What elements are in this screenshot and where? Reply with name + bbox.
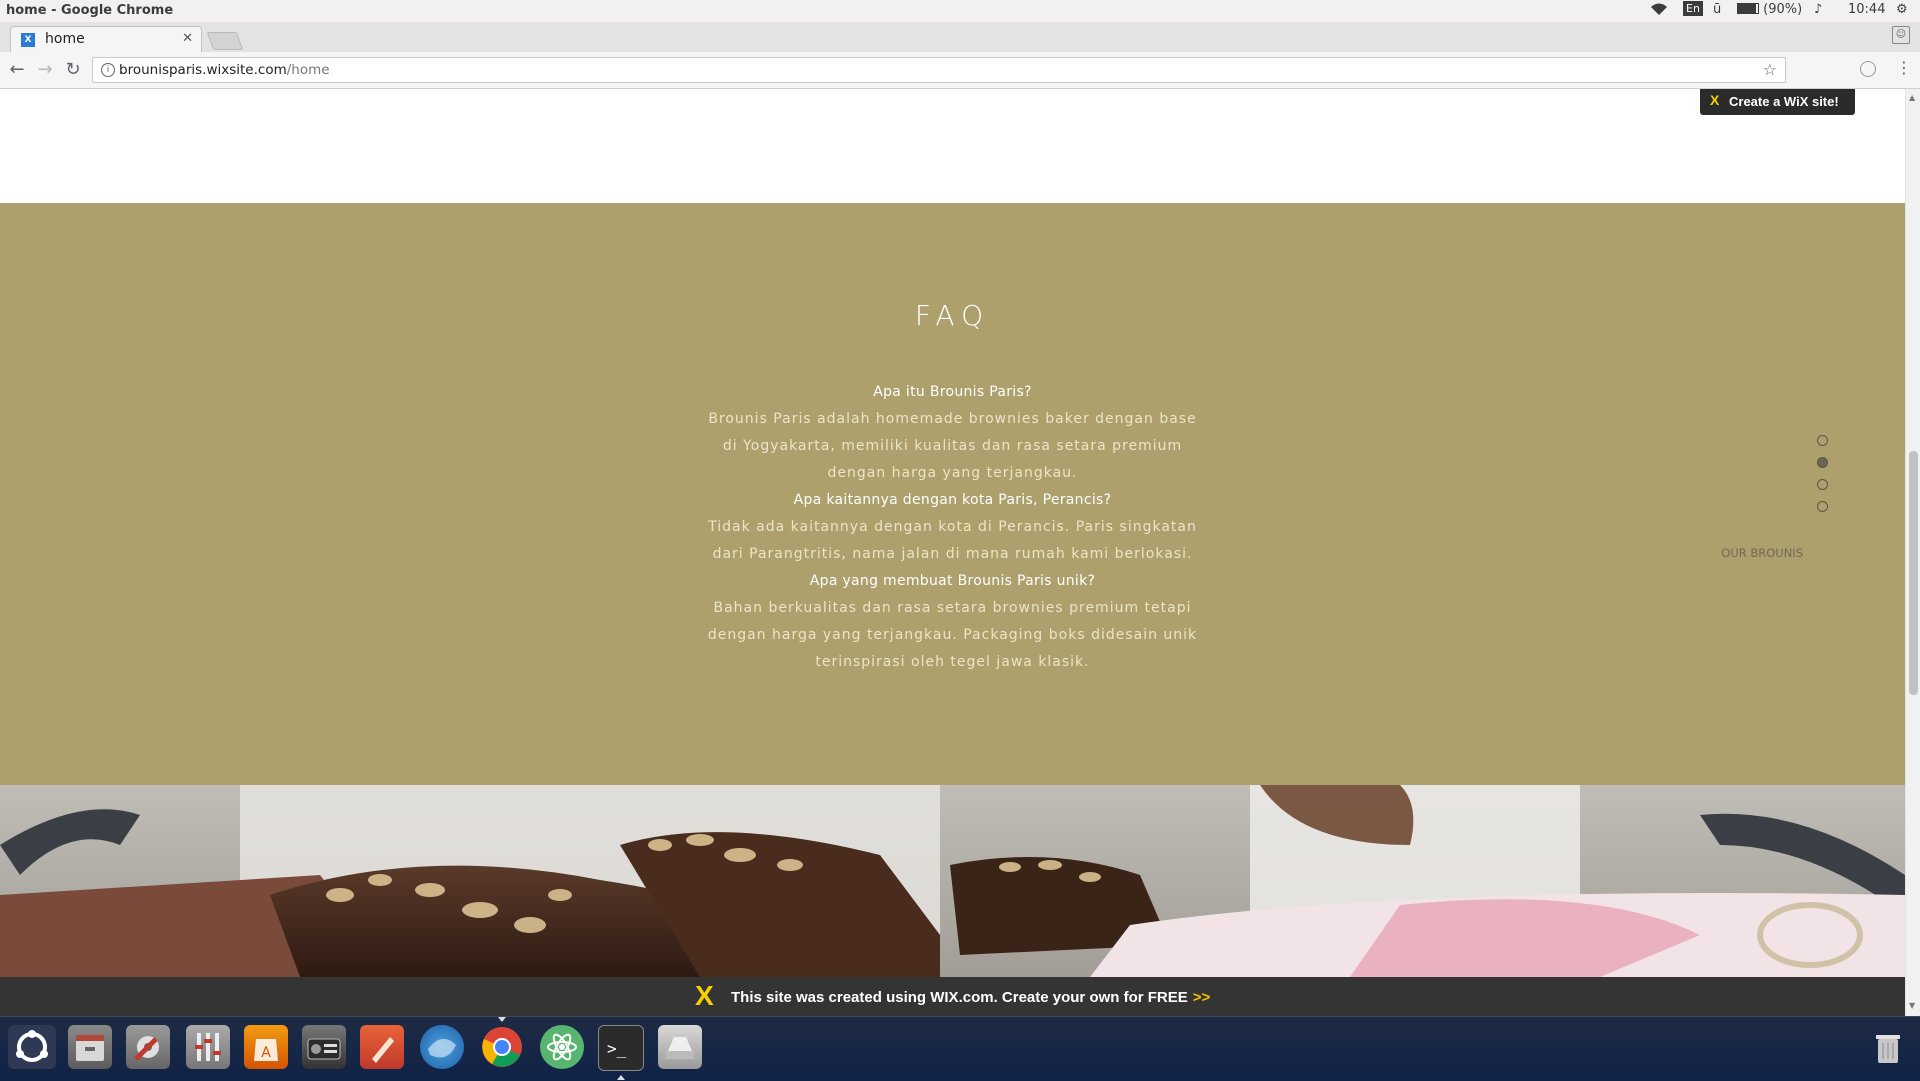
window-title: home - Google Chrome <box>6 3 174 18</box>
url-path: /home <box>286 62 330 78</box>
scroll-thumb[interactable] <box>1909 451 1918 695</box>
wix-banner-text: This site was created using WIX.com. Cre… <box>731 989 1210 1006</box>
clock[interactable]: 10:44 <box>1848 2 1885 17</box>
faq-question: Apa yang membuat Brounis Paris unik? <box>809 573 1096 589</box>
drive-icon[interactable] <box>658 1025 702 1069</box>
faq-answer: Tidak ada kaitannya dengan kota di Peran… <box>708 519 1197 562</box>
faq-title: FAQ <box>914 299 991 332</box>
wix-favicon-icon: X <box>21 33 35 47</box>
tab-title: home <box>45 31 85 47</box>
page-scrollbar[interactable]: ▲ ▼ <box>1905 89 1920 1016</box>
settings-gear-icon[interactable]: ⚙ <box>1896 2 1908 17</box>
wix-logo-icon: X <box>695 980 714 1011</box>
battery-percent: (90%) <box>1763 2 1803 17</box>
create-wix-site-button[interactable]: X Create a WiX site! <box>1700 89 1855 115</box>
wifi-icon[interactable] <box>1650 2 1668 20</box>
wix-banner-label: This site was created using WIX.com. Cre… <box>731 989 1188 1006</box>
system-settings-icon[interactable] <box>126 1025 170 1069</box>
atom-icon[interactable] <box>540 1025 584 1069</box>
battery-indicator[interactable]: (90%) <box>1737 2 1802 17</box>
wix-logo-icon: X <box>1710 92 1720 108</box>
svg-text:A: A <box>261 1045 271 1061</box>
new-tab-button[interactable] <box>206 32 244 50</box>
system-monitor-icon[interactable] <box>186 1025 230 1069</box>
section-nav-dot[interactable] <box>1817 479 1828 490</box>
brownies-photo <box>0 785 1905 977</box>
faq-answer: Brounis Paris adalah homemade brownies b… <box>708 411 1197 481</box>
chrome-active-indicator <box>498 1017 506 1022</box>
scroll-up-arrow-icon[interactable]: ▲ <box>1909 93 1915 102</box>
brownies-photo-illustration <box>0 785 1905 977</box>
chrome-menu-icon[interactable]: ⋮ <box>1896 58 1912 77</box>
svg-text:>_: >_ <box>607 1039 627 1058</box>
bookmark-star-icon[interactable]: ☆ <box>1763 60 1777 79</box>
create-wix-site-label: Create a WiX site! <box>1729 94 1839 109</box>
extension-icon[interactable] <box>1860 61 1876 77</box>
ubuntu-dash-icon[interactable] <box>8 1025 56 1069</box>
url-host: brounisparis.wixsite.com <box>119 62 287 78</box>
pen-tool-icon[interactable] <box>360 1025 404 1069</box>
faq-section: FAQ Apa itu Brounis Paris? Brounis Paris… <box>0 203 1905 785</box>
wix-banner-arrows: >> <box>1192 989 1211 1006</box>
faq-list: Apa itu Brounis Paris? Brounis Paris ada… <box>700 379 1205 676</box>
site-info-icon[interactable]: i <box>101 63 115 77</box>
terminal-active-indicator <box>617 1075 625 1080</box>
keyboard-layout-indicator[interactable]: En <box>1683 1 1703 16</box>
software-center-icon[interactable]: A <box>244 1025 288 1069</box>
taskbar-dock: A >_ <box>0 1016 1920 1081</box>
url-text[interactable]: brounisparis.wixsite.com/home <box>119 62 330 78</box>
chrome-icon[interactable] <box>480 1025 524 1069</box>
section-dot-nav <box>1810 435 1850 515</box>
section-nav-label[interactable]: OUR BROUNIS <box>1700 546 1803 560</box>
tab-strip: X home ✕ ☺ <box>0 22 1920 53</box>
tab-home[interactable]: X home ✕ <box>10 26 202 53</box>
scroll-down-arrow-icon[interactable]: ▼ <box>1909 1001 1915 1010</box>
section-nav-dot[interactable] <box>1817 501 1828 512</box>
section-nav-dot-active[interactable] <box>1817 457 1828 468</box>
files-icon[interactable] <box>68 1025 112 1069</box>
battery-icon <box>1737 3 1759 14</box>
volume-icon[interactable]: ♪ <box>1814 2 1822 17</box>
trash-icon[interactable] <box>1866 1025 1910 1069</box>
faq-answer: Bahan berkualitas dan rasa setara browni… <box>707 600 1198 670</box>
bluetooth-icon[interactable]: ū <box>1713 2 1721 17</box>
reload-icon[interactable]: ↻ <box>62 59 84 80</box>
browser-toolbar: ← → ↻ i brounisparis.wixsite.com/home ☆ … <box>0 52 1920 89</box>
section-nav-dot[interactable] <box>1817 435 1828 446</box>
faq-question: Apa itu Brounis Paris? <box>873 384 1032 400</box>
back-arrow-icon[interactable]: ← <box>6 59 28 80</box>
profile-icon[interactable]: ☺ <box>1892 26 1910 44</box>
close-tab-icon[interactable]: ✕ <box>182 31 193 46</box>
page-viewport: X Create a WiX site! FAQ Apa itu Brounis… <box>0 89 1905 1016</box>
wix-footer-banner[interactable]: X This site was created using WIX.com. C… <box>0 977 1905 1016</box>
thunderbird-icon[interactable] <box>420 1025 464 1069</box>
os-top-bar: home - Google Chrome En ū (90%) ♪ 10:44 … <box>0 0 1920 23</box>
forward-arrow-icon[interactable]: → <box>34 59 56 80</box>
address-bar[interactable]: i brounisparis.wixsite.com/home ☆ <box>92 57 1786 83</box>
faq-question: Apa kaitannya dengan kota Paris, Peranci… <box>793 492 1112 508</box>
terminal-icon[interactable]: >_ <box>598 1025 644 1071</box>
radio-icon[interactable] <box>302 1025 346 1069</box>
